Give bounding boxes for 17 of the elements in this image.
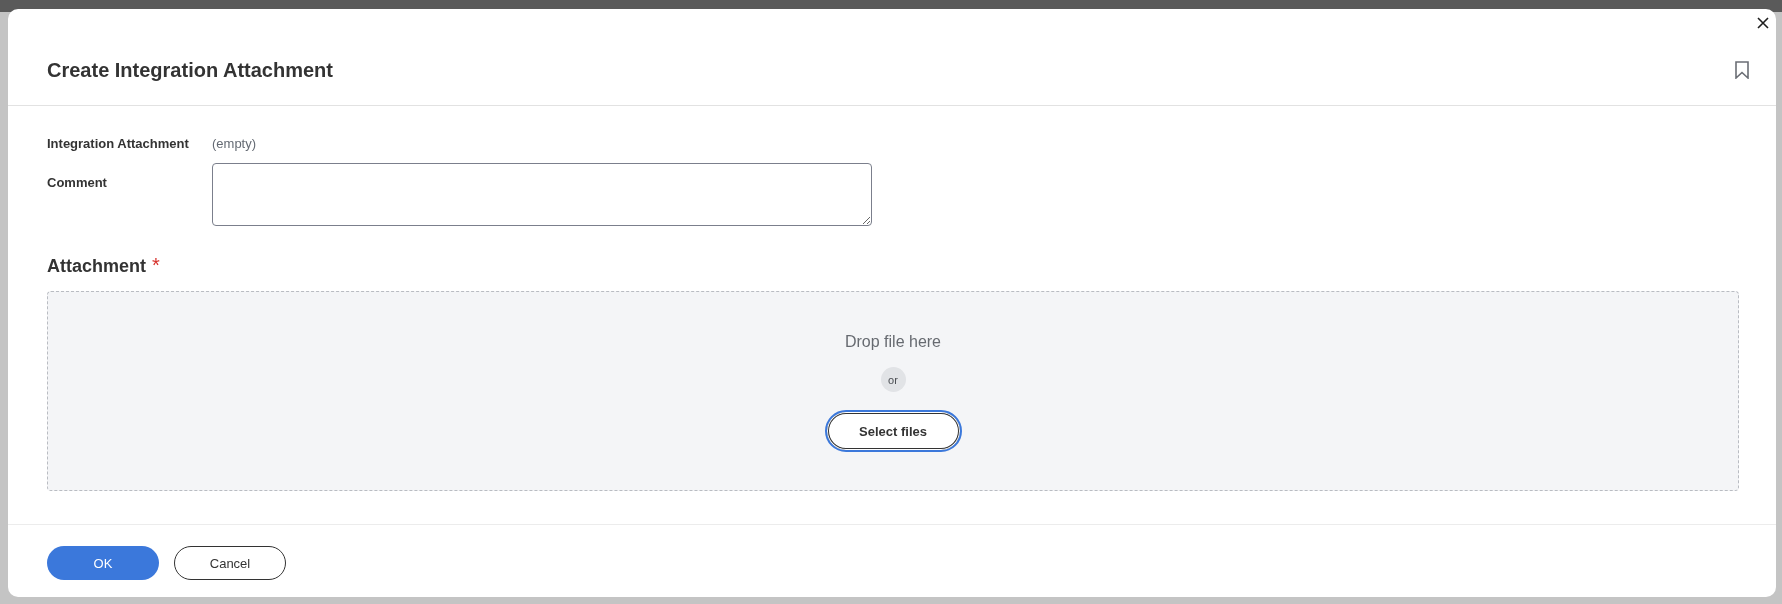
close-button[interactable] (1757, 17, 1769, 29)
field-value: (empty) (212, 135, 257, 153)
field-label: Integration Attachment (47, 135, 189, 153)
ok-button[interactable]: OK (47, 546, 159, 580)
file-drop-zone[interactable]: Drop file here or Select files (47, 291, 1739, 491)
cancel-button[interactable]: Cancel (174, 546, 286, 580)
select-files-button[interactable]: Select files (824, 410, 962, 452)
comment-field[interactable] (212, 163, 872, 226)
dialog-title: Create Integration Attachment (47, 58, 333, 82)
close-icon (1757, 17, 1769, 29)
bookmark-button[interactable] (1735, 61, 1749, 79)
required-mark: * (152, 253, 160, 278)
drop-prompt: Drop file here (844, 332, 941, 352)
field-label: Comment (47, 174, 107, 192)
bookmark-icon (1735, 61, 1749, 79)
attachment-heading: Attachment (47, 255, 146, 278)
or-separator: or (880, 367, 906, 392)
